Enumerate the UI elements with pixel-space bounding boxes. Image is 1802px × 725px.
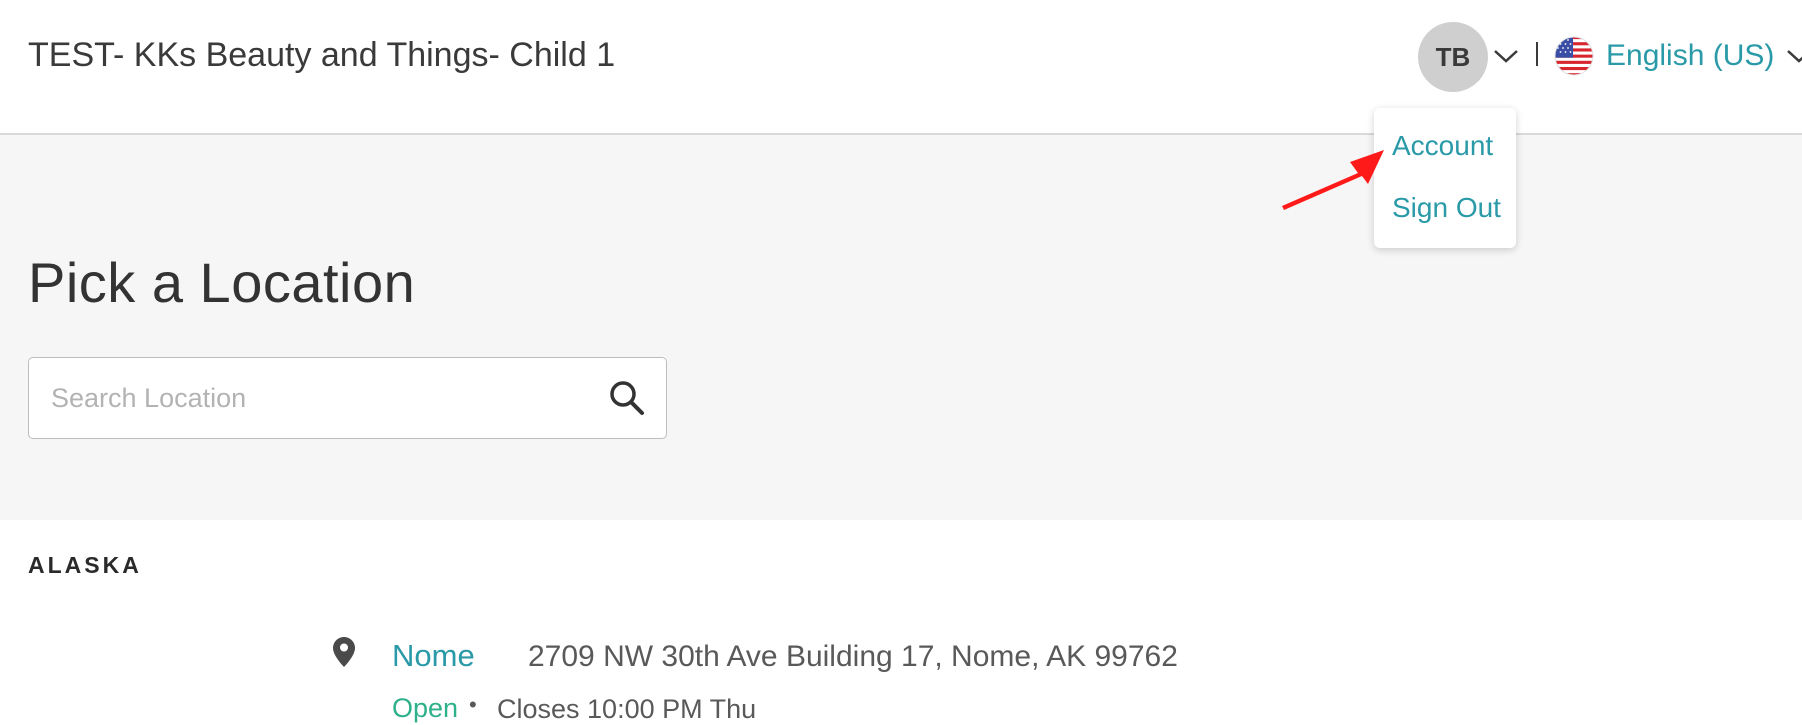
app-header: TEST- KKs Beauty and Things- Child 1 TB bbox=[0, 0, 1802, 135]
user-avatar[interactable]: TB bbox=[1418, 22, 1488, 92]
business-name: TEST- KKs Beauty and Things- Child 1 bbox=[28, 36, 616, 74]
search-box bbox=[28, 357, 667, 439]
chevron-down-icon[interactable] bbox=[1492, 46, 1520, 66]
closing-hours: Closes 10:00 PM Thu bbox=[497, 694, 757, 724]
page-title: Pick a Location bbox=[28, 251, 416, 314]
status-separator: • bbox=[469, 692, 477, 717]
header-divider bbox=[1536, 42, 1538, 66]
location-address: 2709 NW 30th Ave Building 17, Nome, AK 9… bbox=[528, 640, 1178, 673]
menu-item-account[interactable]: Account bbox=[1392, 130, 1493, 162]
search-input[interactable] bbox=[49, 358, 593, 439]
open-status: Open bbox=[392, 693, 459, 723]
language-selector[interactable]: English (US) bbox=[1554, 34, 1802, 78]
location-pin-icon bbox=[333, 637, 355, 667]
region-header: ALASKA bbox=[28, 552, 142, 578]
location-picker-panel: Pick a Location bbox=[0, 135, 1802, 520]
chevron-down-icon bbox=[1787, 50, 1802, 63]
location-name-link[interactable]: Nome bbox=[392, 638, 475, 674]
user-dropdown-menu: Account Sign Out bbox=[1374, 108, 1516, 248]
menu-item-sign-out[interactable]: Sign Out bbox=[1392, 192, 1501, 224]
us-flag-icon bbox=[1554, 36, 1594, 76]
search-icon[interactable] bbox=[607, 378, 647, 418]
language-label: English (US) bbox=[1606, 39, 1775, 72]
